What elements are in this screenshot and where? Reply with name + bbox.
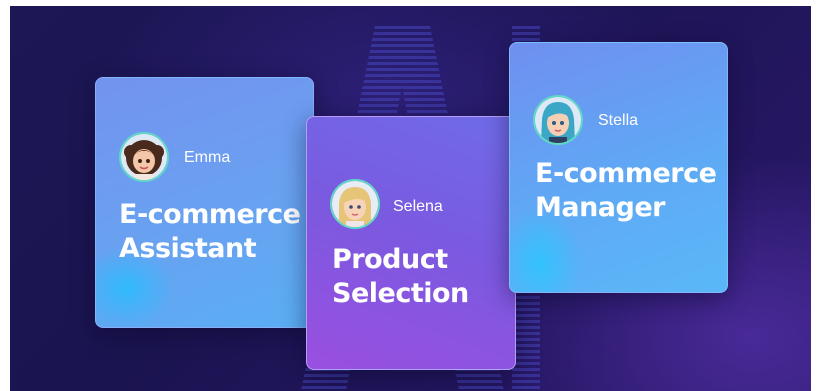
agent-role-line1: Product	[332, 244, 448, 275]
emma-avatar-icon	[121, 134, 167, 180]
agent-card-stella[interactable]: Stella E-commerce Manager	[509, 42, 728, 293]
avatar	[119, 132, 169, 182]
agent-card-emma[interactable]: Emma E-commerce Assistant	[95, 77, 314, 328]
agent-role-line1: E-commerce	[535, 158, 717, 189]
agent-role-line2: Manager	[535, 192, 665, 223]
agent-card-selena[interactable]: Selena Product Selection	[306, 116, 516, 370]
stella-avatar-icon	[535, 97, 581, 143]
agent-name: Stella	[598, 112, 639, 129]
agent-role-line1: E-commerce	[119, 199, 301, 230]
avatar	[533, 95, 583, 145]
avatar	[330, 179, 380, 229]
hero-banner: Emma E-commerce Assistant Selena Product…	[10, 6, 811, 391]
agent-name: Selena	[393, 198, 443, 215]
agent-name: Emma	[184, 149, 231, 166]
selena-avatar-icon	[332, 181, 378, 227]
agent-role-line2: Selection	[332, 278, 469, 309]
agent-role-line2: Assistant	[119, 233, 257, 264]
